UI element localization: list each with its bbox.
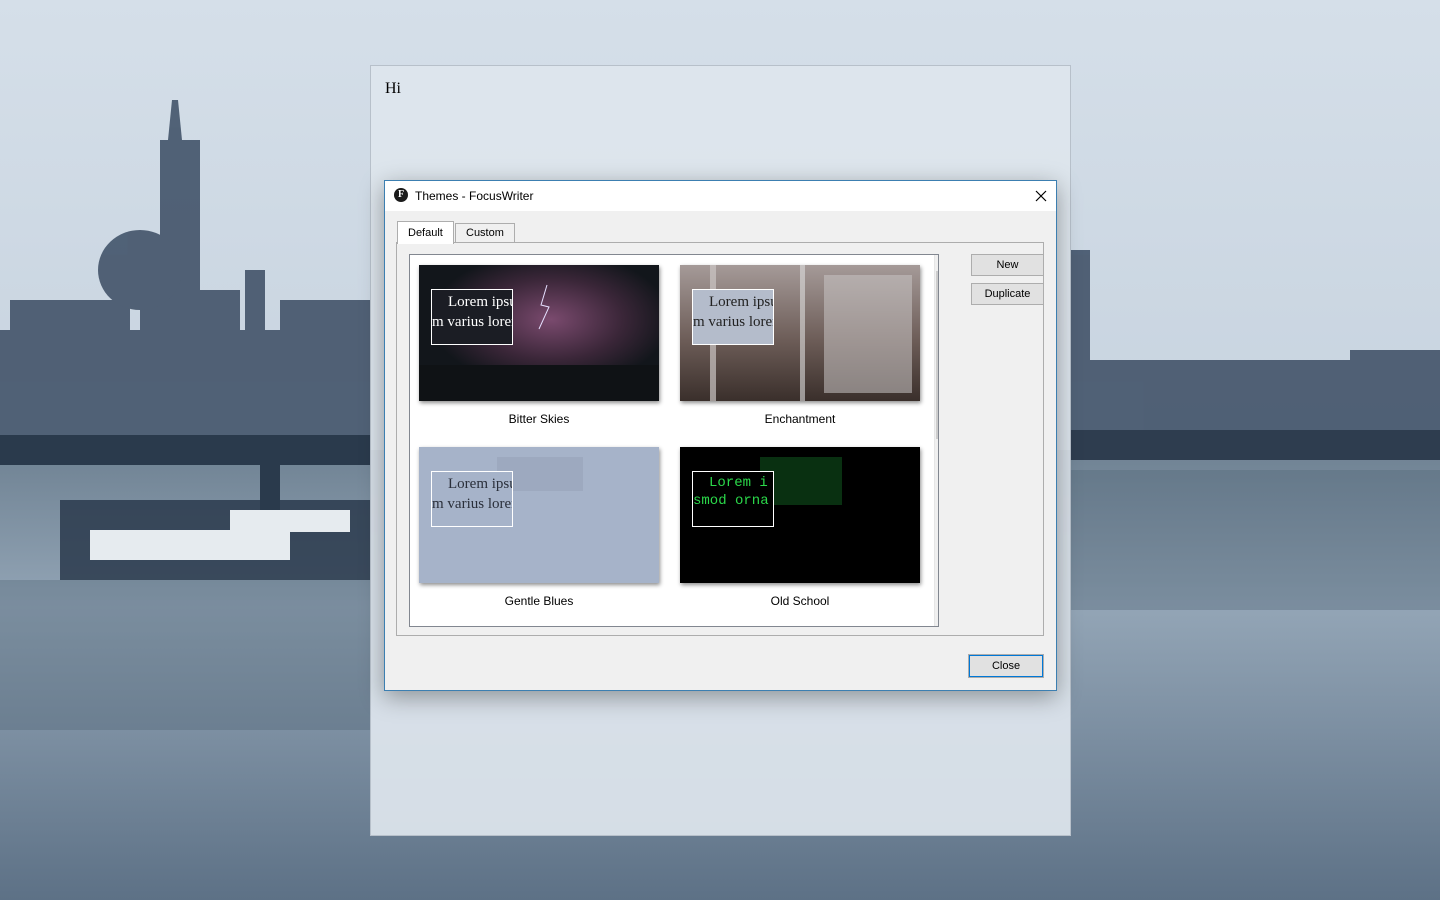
scroll-down-arrow-icon[interactable]: ▼ [935, 610, 938, 626]
close-button[interactable]: Close [968, 654, 1044, 678]
theme-preview-text-box: Lorem ipsu m varius lorem [431, 471, 513, 527]
tab-panel: Lorem ipsu m varius lorem Bitter Skies [396, 242, 1044, 636]
theme-preview-text-box: Lorem i smod orna [692, 471, 774, 527]
preview-line-2: m varius lorem [432, 314, 512, 330]
gallery-scrollbar[interactable]: ▲ ▼ [934, 255, 938, 626]
preview-line-2: smod orna [693, 493, 769, 509]
preview-line-2: m varius lorem [432, 496, 512, 512]
theme-name-gentle-blues: Gentle Blues [504, 594, 574, 608]
duplicate-theme-button[interactable]: Duplicate [971, 283, 1044, 305]
preview-line-1: Lorem ipsu [709, 294, 774, 310]
dialog-titlebar[interactable]: F Themes - FocusWriter [385, 181, 1056, 211]
theme-preview-text-box: Lorem ipsu m varius lorem [431, 289, 513, 345]
new-theme-button[interactable]: New [971, 254, 1044, 276]
theme-name-enchantment: Enchantment [764, 412, 836, 426]
preview-line-1: Lorem i [709, 475, 768, 491]
preview-line-2: m varius lorem [693, 314, 773, 330]
theme-thumbnail-bitter-skies[interactable]: Lorem ipsu m varius lorem [419, 265, 659, 401]
theme-thumbnail-gentle-blues[interactable]: Lorem ipsu m varius lorem [419, 447, 659, 583]
close-icon[interactable] [1026, 181, 1056, 211]
theme-thumbnail-old-school[interactable]: Lorem i smod orna [680, 447, 920, 583]
scrollbar-thumb[interactable] [936, 271, 938, 439]
preview-line-1: Lorem ipsu [448, 476, 513, 492]
theme-name-bitter-skies: Bitter Skies [508, 412, 570, 426]
document-text[interactable]: Hi [385, 80, 401, 98]
tab-default[interactable]: Default [397, 221, 454, 244]
theme-gallery[interactable]: Lorem ipsu m varius lorem Bitter Skies [409, 254, 939, 627]
scroll-up-arrow-icon[interactable]: ▲ [935, 255, 938, 271]
theme-name-old-school: Old School [770, 594, 830, 608]
themes-dialog: F Themes - FocusWriter Default Custom Lo… [384, 180, 1057, 691]
tab-custom[interactable]: Custom [455, 223, 515, 243]
preview-line-1: Lorem ipsu [448, 294, 513, 310]
dialog-title: Themes - FocusWriter [415, 189, 534, 203]
theme-thumbnail-enchantment[interactable]: Lorem ipsu m varius lorem [680, 265, 920, 401]
theme-preview-text-box: Lorem ipsu m varius lorem [692, 289, 774, 345]
focuswriter-app-icon: F [394, 188, 408, 202]
